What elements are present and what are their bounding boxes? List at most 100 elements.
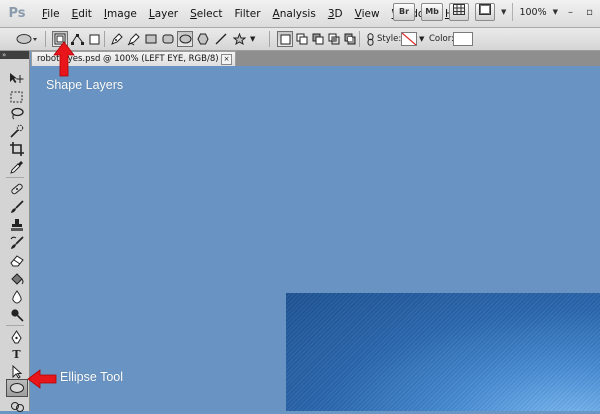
style-dropdown-icon[interactable]: ▼ [419,31,424,47]
tool-preset-picker[interactable] [14,31,40,47]
style-label: Style: [377,34,402,44]
menu-file[interactable]: File [36,0,66,28]
custom-shape-icon [232,33,246,45]
menu-mnemonic: 3 [327,7,335,20]
menu-filter[interactable]: Filter [229,0,267,28]
tools-panel: » T [0,51,30,414]
polygon-tool-button[interactable] [195,31,211,47]
type-tool[interactable]: T [8,347,25,362]
menu-3d[interactable]: 3D [322,0,349,28]
menu-mnemonic: A [272,7,280,20]
menu-label: nalysis [279,7,316,20]
spot-healing-brush-tool[interactable] [8,181,25,196]
rounded-rectangle-tool-button[interactable] [160,31,176,47]
move-tool[interactable] [8,71,25,86]
clone-stamp-tool[interactable] [8,217,25,232]
menu-label: ayer [154,7,179,20]
menu-view[interactable]: View [349,0,386,28]
brush-icon [10,199,24,213]
menu-analysis[interactable]: Analysis [267,0,322,28]
custom-shape-dropdown-icon[interactable]: ▼ [250,31,255,47]
photoshop-logo: Ps [8,5,26,21]
intersect-shape-icon [328,33,340,45]
crop-tool[interactable] [8,141,25,156]
eraser-tool[interactable] [8,253,25,268]
canvas-area[interactable] [31,66,600,411]
rectangular-marquee-tool[interactable] [8,89,25,104]
menu-image[interactable]: Image [98,0,143,28]
ellipse-tool-annotation: Ellipse Tool [60,370,124,384]
blur-icon [11,289,22,304]
panel-collapse-icon[interactable]: » [0,51,29,59]
dodge-tool[interactable] [8,307,25,322]
marquee-icon [10,91,23,102]
quick-selection-icon [9,124,23,138]
polygon-icon [197,33,209,45]
blur-tool[interactable] [8,289,25,304]
eyedropper-tool[interactable] [8,159,25,174]
grid-icon [453,4,466,15]
lasso-tool[interactable] [8,106,25,121]
menu-label: Filter [234,7,261,20]
link-layer-style-button[interactable] [362,31,378,47]
close-icon[interactable]: × [221,54,232,65]
arrange-dropdown-icon[interactable]: ▼ [501,8,506,16]
document-image[interactable] [286,293,600,411]
menu-label: iew [361,7,380,20]
pen-tool[interactable] [8,329,25,344]
shape-layers-arrow [53,41,75,77]
restore-icon[interactable]: ▫ [583,6,596,19]
paint-bucket-tool[interactable] [8,271,25,286]
menu-select[interactable]: Select [184,0,228,28]
minimize-icon[interactable]: – [564,6,577,19]
path-selection-icon [12,364,22,379]
no-style-icon [402,33,416,45]
color-swatch[interactable] [453,32,473,46]
style-swatch[interactable] [401,32,417,46]
create-new-shape-layer-button[interactable] [277,31,293,47]
freeform-pen-button[interactable] [125,31,141,47]
zoom-dropdown-icon[interactable]: ▼ [553,8,558,16]
ellipse-tool-arrow [27,369,57,389]
stamp-icon [10,218,23,231]
lasso-icon [10,107,24,120]
custom-shape-tool-button[interactable] [231,31,247,47]
pen-icon [110,32,123,45]
new-shape-icon [280,34,290,44]
tool-divider [6,325,24,326]
history-brush-tool[interactable] [8,235,25,250]
add-to-shape-button[interactable] [294,31,310,47]
add-to-shape-icon [296,33,308,45]
extras-grid-button[interactable] [449,3,470,21]
line-tool-button[interactable] [213,31,229,47]
divider [512,3,514,21]
intersect-shape-button[interactable] [326,31,342,47]
options-bar: ▼ Style: ▼ Color: [0,28,600,51]
fill-pixels-button[interactable] [86,31,102,47]
rectangle-tool-button[interactable] [143,31,159,47]
ellipse-tool[interactable] [6,379,28,397]
move-icon [10,73,24,83]
menu-layer[interactable]: Layer [143,0,184,28]
ellipse-icon [10,383,24,393]
path-selection-tool[interactable] [8,364,25,379]
pen-tool-button[interactable] [108,31,124,47]
arrange-documents-button[interactable] [475,3,496,21]
exclude-overlap-button[interactable] [342,31,358,47]
mini-bridge-button[interactable]: Mb [421,3,444,21]
menu-edit[interactable]: Edit [66,0,98,28]
shape-layers-annotation: Shape Layers [46,78,124,92]
divider [359,31,360,47]
divider [45,31,46,47]
zoom-level[interactable]: 100% [519,7,546,18]
brush-tool[interactable] [8,199,25,214]
quick-selection-tool[interactable] [8,123,25,138]
line-icon [215,33,227,45]
menu-label: dit [78,7,92,20]
ellipse-tool-option-button[interactable] [177,31,193,47]
eyedropper-icon [9,160,23,174]
launch-bridge-button[interactable]: Br [393,3,416,21]
subtract-from-shape-button[interactable] [310,31,326,47]
freeform-pen-icon [127,32,140,45]
hand-tool[interactable] [8,399,25,414]
